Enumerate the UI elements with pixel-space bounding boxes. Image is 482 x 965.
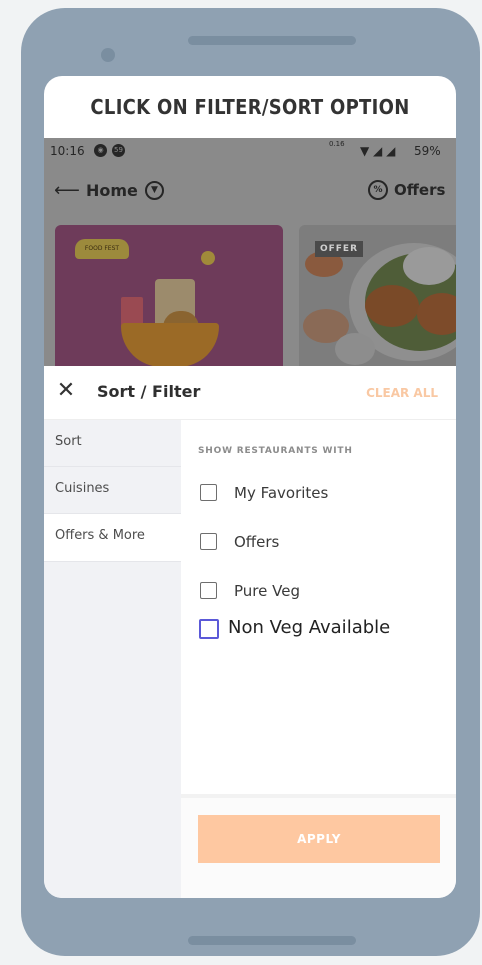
filter-footer: APPLY xyxy=(181,794,456,898)
banner-bowl-illustration xyxy=(121,323,219,366)
promo-banner-offer[interactable]: OFFER xyxy=(299,225,456,366)
checkbox[interactable] xyxy=(200,533,217,550)
device-home-bar xyxy=(188,936,356,945)
filter-options-panel: SHOW RESTAURANTS WITH My Favorites Offer… xyxy=(181,420,456,794)
battery-level: 59% xyxy=(414,144,441,158)
banner-vada xyxy=(365,285,419,327)
tutorial-caption: CLICK ON FILTER/SORT OPTION xyxy=(90,95,410,119)
banner-chutney-bowl-3 xyxy=(335,333,375,365)
filter-sheet-header: ✕ Sort / Filter CLEAR ALL xyxy=(44,366,456,420)
checkbox-highlighted[interactable] xyxy=(199,619,219,639)
status-bar: 10:16 ◉ 59 0.16 ▼ ◢ ◢ 59% xyxy=(44,138,456,164)
device-earpiece xyxy=(188,36,356,45)
filter-sidebar: Sort Cuisines Offers & More xyxy=(44,420,181,898)
notification-icon-2: 59 xyxy=(112,144,125,157)
sidebar-item-cuisines[interactable]: Cuisines xyxy=(44,467,181,514)
banner-idli xyxy=(403,247,455,285)
status-time: 10:16 xyxy=(50,144,85,158)
offers-link[interactable]: Offers xyxy=(394,181,445,199)
promo-banner-food-fest[interactable]: FOOD FEST xyxy=(55,225,283,366)
app-bar: ⟵ Home ▼ % Offers xyxy=(44,174,456,208)
clear-all-button[interactable]: CLEAR ALL xyxy=(366,386,438,400)
notification-icon: ◉ xyxy=(94,144,107,157)
location-title[interactable]: Home xyxy=(86,181,138,200)
network-speed: 0.16 xyxy=(329,140,345,148)
option-label: Non Veg Available xyxy=(228,617,391,638)
banner-decoration xyxy=(201,251,215,265)
option-label: My Favorites xyxy=(234,484,329,502)
option-label: Offers xyxy=(234,533,280,551)
option-label: Pure Veg xyxy=(234,582,300,600)
phone-screen: CLICK ON FILTER/SORT OPTION 10:16 ◉ 59 0… xyxy=(44,76,456,898)
close-icon[interactable]: ✕ xyxy=(54,379,78,403)
apply-button[interactable]: APPLY xyxy=(198,815,440,863)
percent-badge-icon[interactable]: % xyxy=(368,180,388,200)
offer-tag: OFFER xyxy=(315,241,363,257)
back-arrow-icon[interactable]: ⟵ xyxy=(54,180,80,201)
checkbox[interactable] xyxy=(200,582,217,599)
device-camera xyxy=(101,48,115,62)
signal-icons: ▼ ◢ ◢ xyxy=(360,144,396,158)
dimmed-home-screen: 10:16 ◉ 59 0.16 ▼ ◢ ◢ 59% ⟵ Home ▼ % Off… xyxy=(44,138,456,366)
banner-badge-logo: FOOD FEST xyxy=(75,239,129,259)
sheet-title: Sort / Filter xyxy=(97,382,201,401)
sidebar-item-sort[interactable]: Sort xyxy=(44,420,181,467)
chevron-down-icon[interactable]: ▼ xyxy=(145,181,164,200)
section-label: SHOW RESTAURANTS WITH xyxy=(198,446,353,456)
checkbox[interactable] xyxy=(200,484,217,501)
sidebar-item-offers-more[interactable]: Offers & More xyxy=(44,514,181,562)
